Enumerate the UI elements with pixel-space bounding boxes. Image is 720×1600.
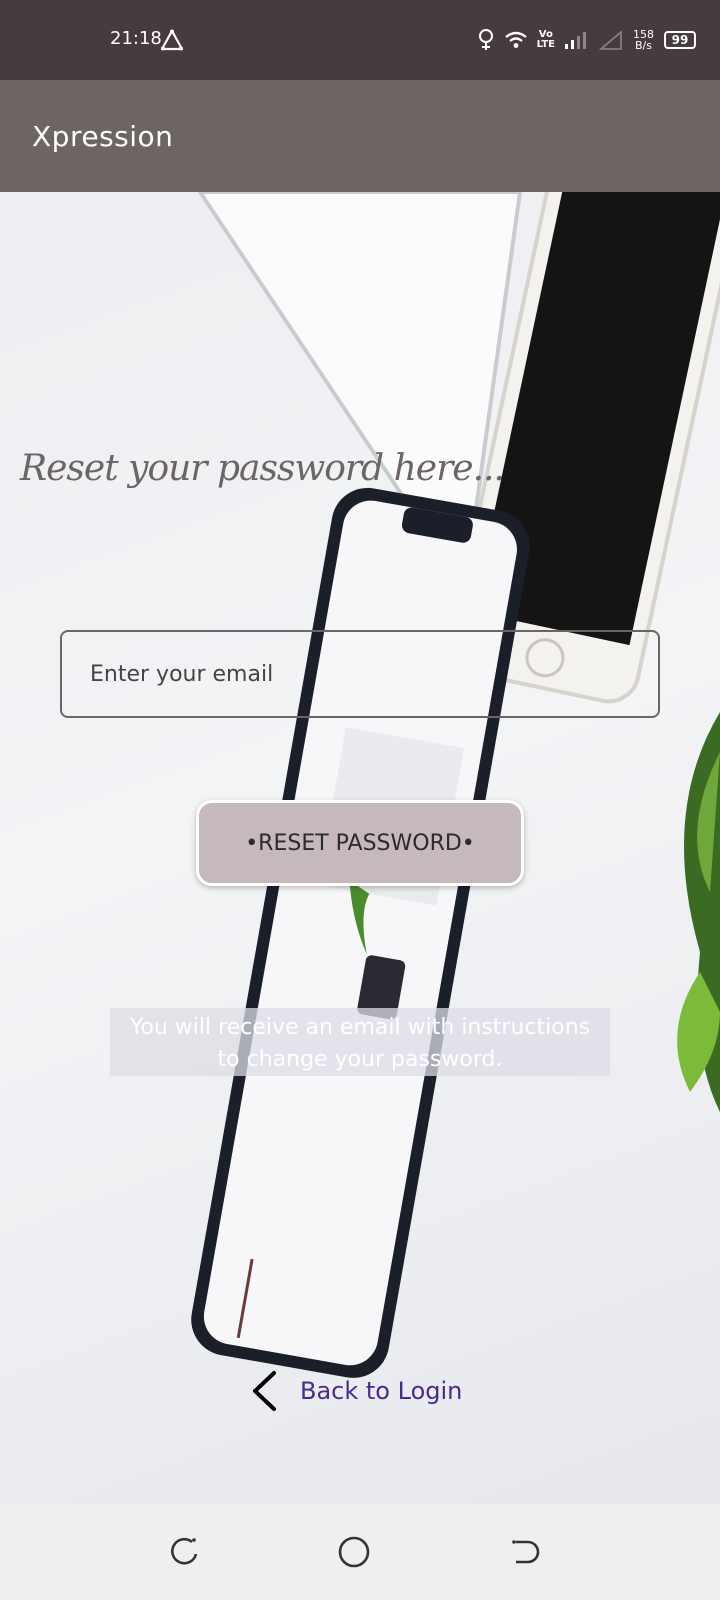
info-line-2: to change your password. [217, 1047, 503, 1072]
back-to-login-link[interactable]: Back to Login [250, 1368, 462, 1414]
app-title: Xpression [32, 120, 174, 153]
battery-indicator: 99 [664, 31, 696, 49]
back-to-login-label: Back to Login [300, 1377, 463, 1405]
status-time: 21:18 [110, 28, 162, 49]
email-field[interactable] [60, 630, 660, 718]
status-icons: Vo LTE 158 B/s 99 [477, 22, 696, 58]
triangle-alert-icon [160, 29, 184, 51]
signal-2-icon [599, 30, 622, 50]
net-speed: 158 B/s [633, 29, 654, 51]
reset-password-button[interactable]: •RESET PASSWORD• [196, 800, 524, 886]
signal-icon [565, 32, 586, 49]
back-nav-icon[interactable] [508, 1534, 544, 1570]
system-nav-bar [0, 1504, 720, 1600]
location-icon [478, 29, 493, 50]
net-speed-unit: B/s [635, 39, 652, 52]
battery-level: 99 [671, 33, 689, 47]
home-circle-icon[interactable] [336, 1534, 372, 1570]
chevron-left-icon [253, 1371, 276, 1411]
wifi-icon [504, 31, 527, 48]
recent-apps-icon[interactable] [166, 1534, 202, 1570]
app-bar: Xpression [0, 80, 720, 192]
volte-indicator: Vo LTE [537, 30, 555, 50]
status-bar: 21:18 Vo LTE 158 B/s 99 [0, 0, 720, 80]
volte-bottom: LTE [536, 39, 555, 50]
page-heading: Reset your password here... [20, 448, 505, 489]
info-line-1: You will receive an email with instructi… [129, 1015, 591, 1040]
info-message: You will receive an email with instructi… [110, 1008, 610, 1076]
